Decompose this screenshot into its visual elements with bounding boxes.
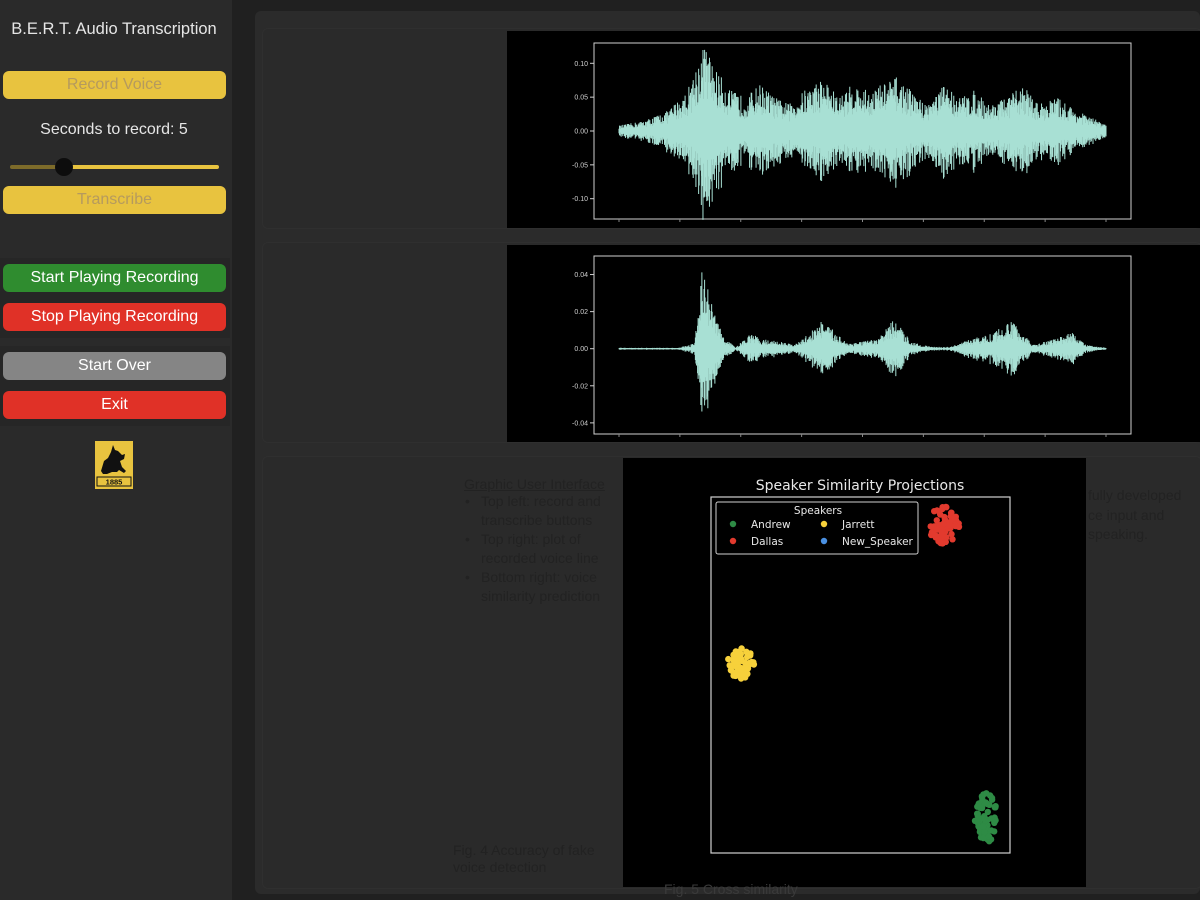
legend-marker bbox=[729, 537, 737, 545]
legend: SpeakersAndrew Jarrett Dallas New_Speaker bbox=[715, 501, 919, 555]
y-tick-label: 0.02 bbox=[574, 309, 588, 316]
scatter-point bbox=[984, 808, 991, 816]
scatter-point bbox=[992, 817, 999, 824]
scatter-point bbox=[747, 652, 754, 659]
transcribe-button[interactable]: Transcribe bbox=[3, 186, 226, 214]
scatter-point bbox=[732, 658, 739, 665]
waveform-chart: 0.10 0.05 0.00 -0.05 -0.10 bbox=[572, 42, 1132, 222]
y-tick-label: 0.05 bbox=[574, 95, 588, 102]
legend-marker bbox=[729, 520, 737, 528]
scatter-point bbox=[939, 520, 947, 528]
scatter-point bbox=[949, 536, 956, 543]
legend-label: New_Speaker bbox=[842, 536, 914, 548]
poster-text-line: speaking. bbox=[1088, 526, 1148, 542]
speaker-similarity-plot: Speaker Similarity Projections Speakers An… bbox=[623, 458, 1086, 887]
scatter-point bbox=[982, 799, 990, 806]
app-title: B.E.R.T. Audio Transcription bbox=[11, 20, 217, 38]
processed-waveform-chart: 0.04 0.02 0.00 -0.02 -0.04 bbox=[572, 255, 1132, 437]
y-tick-label: 0.00 bbox=[574, 129, 588, 136]
scatter-point bbox=[952, 522, 959, 530]
chart-title: Speaker Similarity Projections bbox=[756, 478, 965, 494]
legend-marker bbox=[820, 520, 828, 528]
seconds-to-record-label: Seconds to record: 5 bbox=[40, 121, 188, 138]
legend-title: Speakers bbox=[794, 505, 842, 517]
speaker-similarity-chart: Speaker Similarity Projections SpeakersAn… bbox=[710, 478, 1011, 854]
processed-waveform-plot: 0.04 0.02 0.00 -0.02 -0.04 bbox=[507, 245, 1200, 442]
scatter-point bbox=[980, 834, 987, 842]
scatter-point bbox=[939, 505, 946, 513]
scatter-point bbox=[929, 530, 937, 538]
scatter-point bbox=[983, 790, 990, 797]
scatter-point bbox=[933, 517, 940, 524]
start-over-button[interactable]: Start Over bbox=[3, 352, 226, 380]
fig4-caption: Fig. 4 Accuracy of fake voice detection bbox=[453, 842, 595, 875]
scatter-point bbox=[988, 796, 996, 803]
slider-thumb[interactable] bbox=[55, 158, 73, 176]
scatter-point bbox=[742, 659, 749, 666]
scatter-point bbox=[733, 648, 740, 656]
scatter-point bbox=[992, 804, 999, 811]
y-tick-label: -0.04 bbox=[572, 420, 588, 427]
y-tick-label: 0.00 bbox=[574, 346, 588, 353]
app-window: B.E.R.T. Audio Transcription Record Voic… bbox=[0, 0, 1200, 900]
scatter-point bbox=[985, 833, 993, 840]
record-voice-button[interactable]: Record Voice bbox=[3, 71, 226, 99]
scatter-point bbox=[750, 659, 757, 666]
fig5-caption: Fig. 5 Cross similarity bbox=[664, 881, 798, 897]
svg-text:1885: 1885 bbox=[106, 478, 123, 487]
stop-playing-button[interactable]: Stop Playing Recording bbox=[3, 303, 226, 331]
scatter-point bbox=[952, 513, 959, 520]
wolf-logo-icon: 1885 bbox=[95, 441, 133, 489]
legend-label: Dallas bbox=[751, 536, 783, 548]
scatter-point bbox=[977, 804, 984, 811]
scatter-point bbox=[737, 666, 744, 673]
waveform-plot: 0.10 0.05 0.00 -0.05 -0.10 bbox=[507, 31, 1200, 228]
scatter-point bbox=[991, 828, 998, 835]
scatter-point bbox=[979, 823, 987, 830]
waveform-line bbox=[618, 272, 1107, 412]
y-tick-label: -0.05 bbox=[572, 162, 588, 169]
poster-right-text: fully developed ce input and speaking. bbox=[1088, 486, 1198, 545]
scatter-point bbox=[975, 814, 982, 822]
gui-bullet: Bottom right: voice similarity predictio… bbox=[462, 568, 616, 606]
scatter-point bbox=[732, 672, 739, 680]
slider-track[interactable] bbox=[64, 165, 219, 169]
seconds-slider[interactable] bbox=[10, 157, 219, 177]
exit-button[interactable]: Exit bbox=[3, 391, 226, 419]
scatter-point bbox=[937, 539, 944, 546]
gui-bullet: Top right: plot of recorded voice line bbox=[462, 530, 616, 568]
scatter-point bbox=[947, 522, 954, 529]
y-tick-label: -0.10 bbox=[572, 196, 588, 203]
y-tick-label: 0.10 bbox=[574, 61, 588, 68]
poster-text-line: ce input and bbox=[1088, 506, 1165, 523]
legend-marker bbox=[820, 537, 828, 545]
scatter-point bbox=[938, 526, 946, 533]
legend-label: Andrew bbox=[751, 519, 791, 531]
legend-label: Jarrett bbox=[841, 519, 874, 531]
scatter-point bbox=[943, 534, 950, 541]
gui-bullet-list: Top left: record and transcribe buttons … bbox=[462, 492, 616, 606]
start-playing-button[interactable]: Start Playing Recording bbox=[3, 264, 226, 292]
y-tick-label: -0.02 bbox=[572, 383, 588, 390]
y-tick-label: 0.04 bbox=[574, 272, 588, 279]
gui-bullet: Top left: record and transcribe buttons bbox=[462, 492, 616, 530]
scatter-point bbox=[941, 513, 948, 521]
scatter-point bbox=[726, 662, 733, 669]
sidebar: B.E.R.T. Audio Transcription Record Voic… bbox=[0, 0, 232, 900]
waveform-line bbox=[618, 49, 1107, 220]
poster-text-line: fully developed bbox=[1088, 487, 1182, 503]
